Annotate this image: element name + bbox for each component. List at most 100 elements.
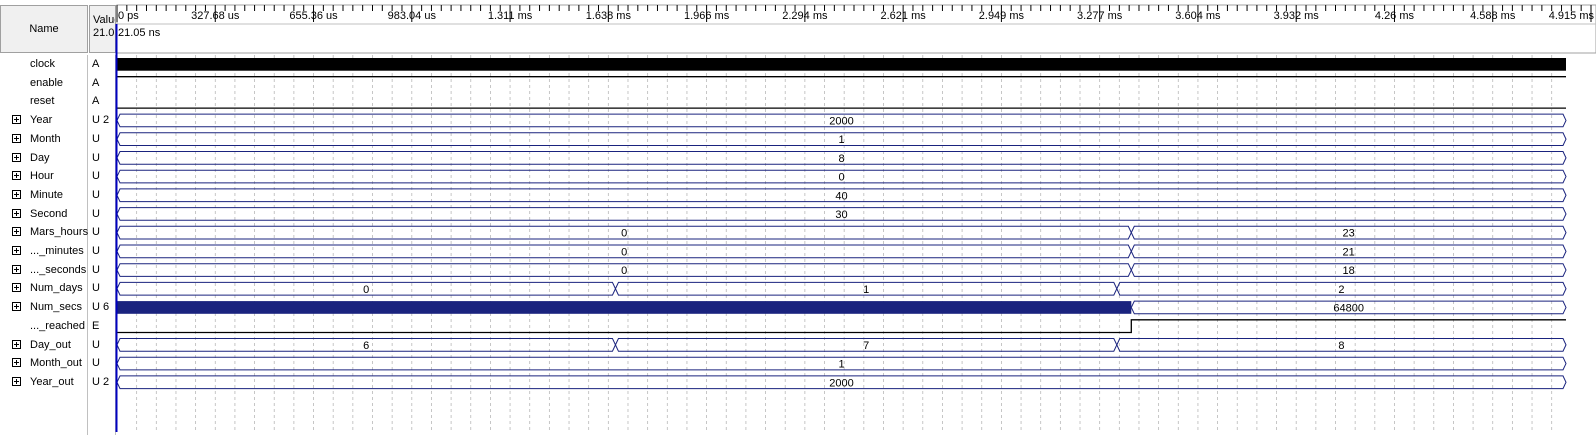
bus-value-label: 23 <box>1343 228 1355 240</box>
signal-row-year[interactable]: Year <box>0 111 88 129</box>
signal-value: U <box>92 207 100 220</box>
signal-value: U <box>92 132 100 145</box>
bus-value-label: 0 <box>363 284 369 296</box>
bus-segment <box>116 132 1567 146</box>
expand-plus-icon[interactable] <box>12 171 21 181</box>
expand-plus-icon[interactable] <box>12 133 21 143</box>
name-column-header[interactable]: Name <box>0 5 88 53</box>
ruler-tick-label: 3.277 ms <box>1077 10 1123 22</box>
signal-name: reset <box>30 95 55 108</box>
signal-row-minutes[interactable]: ..._minutes <box>0 242 88 260</box>
signal-value: U 6 <box>92 301 110 314</box>
bus-value-label: 7 <box>863 340 869 352</box>
expand-plus-icon[interactable] <box>12 376 21 386</box>
ruler-tick-label: 1.311 ms <box>488 10 533 22</box>
bit-waveform <box>117 319 1566 334</box>
expand-plus-icon[interactable] <box>12 264 21 274</box>
signal-row-day[interactable]: Day <box>0 149 88 167</box>
signal-row-clock[interactable]: clock <box>0 55 88 73</box>
signal-name: Day <box>30 151 50 164</box>
signal-value: U <box>92 188 100 201</box>
bus-value-label: 1 <box>838 359 844 371</box>
signal-value: U <box>92 338 100 351</box>
signal-name: ..._minutes <box>30 245 84 257</box>
bus-value-label: 1 <box>863 284 869 296</box>
signal-name: Month <box>30 132 61 145</box>
bus-value-label: 40 <box>835 190 847 202</box>
signal-name: ..._reached <box>30 319 86 332</box>
bus-value-label: 0 <box>621 228 627 240</box>
ruler-tick-label: 2.621 ms <box>881 10 927 22</box>
signal-name: Num_days <box>30 282 83 295</box>
bus-segment <box>116 113 1567 128</box>
signal-row-minute[interactable]: Minute <box>0 186 88 204</box>
signal-row-num-days[interactable]: Num_days <box>0 279 88 297</box>
bus-segment <box>116 244 1132 259</box>
expand-plus-icon[interactable] <box>12 152 21 162</box>
bus-value-label: 2000 <box>829 377 853 389</box>
bus-segment <box>614 281 1118 296</box>
expand-plus-icon[interactable] <box>12 246 21 255</box>
bus-segment <box>116 338 617 352</box>
signal-row-hour[interactable]: Hour <box>0 167 88 185</box>
signal-row-month[interactable]: Month <box>0 130 88 148</box>
bus-value-label: 2000 <box>829 115 853 127</box>
bus-segment <box>1116 281 1567 296</box>
expand-plus-icon[interactable] <box>12 208 21 218</box>
signal-row-year-out[interactable]: Year_out <box>0 373 88 391</box>
signal-name: Mars_hours <box>30 226 89 239</box>
signal-value: U 2 <box>92 114 110 127</box>
expand-plus-icon[interactable] <box>12 339 21 349</box>
expand-plus-icon[interactable] <box>12 283 21 293</box>
bus-segment <box>1130 225 1567 240</box>
expand-plus-icon[interactable] <box>12 189 21 199</box>
signal-row-second[interactable]: Second <box>0 205 88 223</box>
signal-value-list: AAAU 2UUUUUUUUUU 6EUUU 2 <box>88 55 116 435</box>
signal-name: Day_out <box>30 338 71 351</box>
signal-value: U <box>92 245 100 257</box>
ruler-tick-label: 0 ps <box>118 10 139 22</box>
signal-row-seconds[interactable]: ..._seconds <box>0 261 88 279</box>
signal-name: Minute <box>30 188 64 201</box>
expand-plus-icon[interactable] <box>12 358 21 368</box>
signal-value: U 2 <box>92 375 110 388</box>
ruler-tick-label: 1.966 ms <box>684 10 730 22</box>
signal-row-reached[interactable]: ..._reached <box>0 317 88 335</box>
signal-value: U <box>92 226 100 239</box>
expand-plus-icon[interactable] <box>12 115 21 125</box>
signal-name: Month_out <box>30 357 82 370</box>
ruler-tick-label: 983.04 us <box>388 10 437 22</box>
ruler-tick-label: 655.36 us <box>289 10 338 22</box>
cursor-time-label: 21.05 ns <box>118 27 161 39</box>
ruler-tick-label: 3.932 ms <box>1274 10 1320 22</box>
bus-segment <box>1130 300 1567 315</box>
signal-value: U <box>92 282 100 295</box>
signal-row-day-out[interactable]: Day_out <box>0 336 88 354</box>
signal-row-enable[interactable]: enable <box>0 74 88 92</box>
waveform-pane[interactable]: 0 ps 327.68 us 655.36 us 983.04 us 1.311 ms 1… <box>0 0 1596 435</box>
bus-value-label: 0 <box>621 246 627 258</box>
signal-name: Second <box>30 207 68 220</box>
bus-value-label: 30 <box>835 209 847 221</box>
bus-value-label: 64800 <box>1333 302 1364 314</box>
bus-segment <box>116 375 1567 390</box>
signal-name: ..._seconds <box>30 263 87 276</box>
timeline-ruler[interactable] <box>116 4 1596 54</box>
expand-plus-icon[interactable] <box>12 227 21 237</box>
bus-segment <box>1130 244 1567 259</box>
signal-name: enable <box>30 76 64 89</box>
bus-value-label: 8 <box>1338 340 1344 352</box>
signal-row-month-out[interactable]: Month_out <box>0 354 88 372</box>
expand-plus-icon[interactable] <box>12 302 21 312</box>
bus-value-label: 2 <box>1338 284 1344 296</box>
signal-row-reset[interactable]: reset <box>0 92 88 110</box>
signal-name: Year <box>30 114 53 127</box>
bus-segment <box>116 356 1567 371</box>
value-column-header[interactable]: Value 21.0 <box>89 5 116 53</box>
signal-row-num-secs[interactable]: Num_secs <box>0 298 88 316</box>
ruler-tick-label: 1.638 ms <box>586 10 632 22</box>
signal-row-mars-hours[interactable]: Mars_hours <box>0 223 88 241</box>
ruler-tick-label: 3.604 ms <box>1175 10 1221 22</box>
bus-segment <box>116 151 1567 165</box>
signal-name: clock <box>30 58 56 70</box>
